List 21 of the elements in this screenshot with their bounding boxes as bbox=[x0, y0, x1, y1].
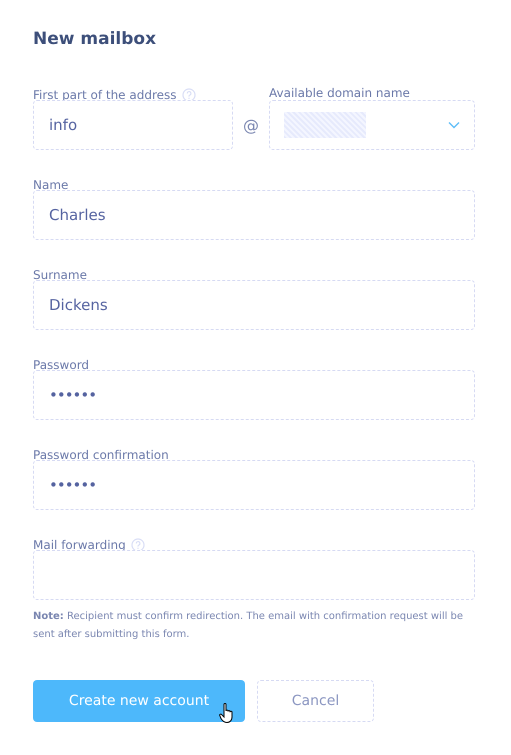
domain-select[interactable] bbox=[269, 100, 475, 150]
help-icon[interactable] bbox=[182, 88, 196, 102]
field-label: Password confirmation bbox=[33, 448, 169, 462]
address-field[interactable]: info bbox=[33, 100, 233, 150]
input-field[interactable]: Charles bbox=[33, 190, 475, 240]
field-label: Available domain name bbox=[269, 86, 410, 100]
cancel-button[interactable]: Cancel bbox=[257, 680, 374, 722]
field-label: First part of the address bbox=[33, 88, 177, 102]
field-label: Name bbox=[33, 178, 68, 192]
field-label: Mail forwarding bbox=[33, 538, 126, 552]
password-field[interactable]: •••••• bbox=[33, 370, 475, 420]
field-label: Surname bbox=[33, 268, 87, 282]
chevron-down-icon bbox=[448, 121, 460, 129]
input-field[interactable] bbox=[33, 550, 475, 600]
input-field[interactable]: Dickens bbox=[33, 280, 475, 330]
note-text: Note: Recipient must confirm redirection. The email with confirmation request will be sent after submitting this form. bbox=[33, 610, 464, 642]
at-sign: @ bbox=[242, 114, 260, 136]
help-icon[interactable] bbox=[130, 538, 145, 552]
password-field[interactable]: •••••• bbox=[33, 460, 475, 510]
field-label: Password bbox=[33, 358, 90, 372]
dialog-title: New mailbox bbox=[33, 28, 158, 50]
